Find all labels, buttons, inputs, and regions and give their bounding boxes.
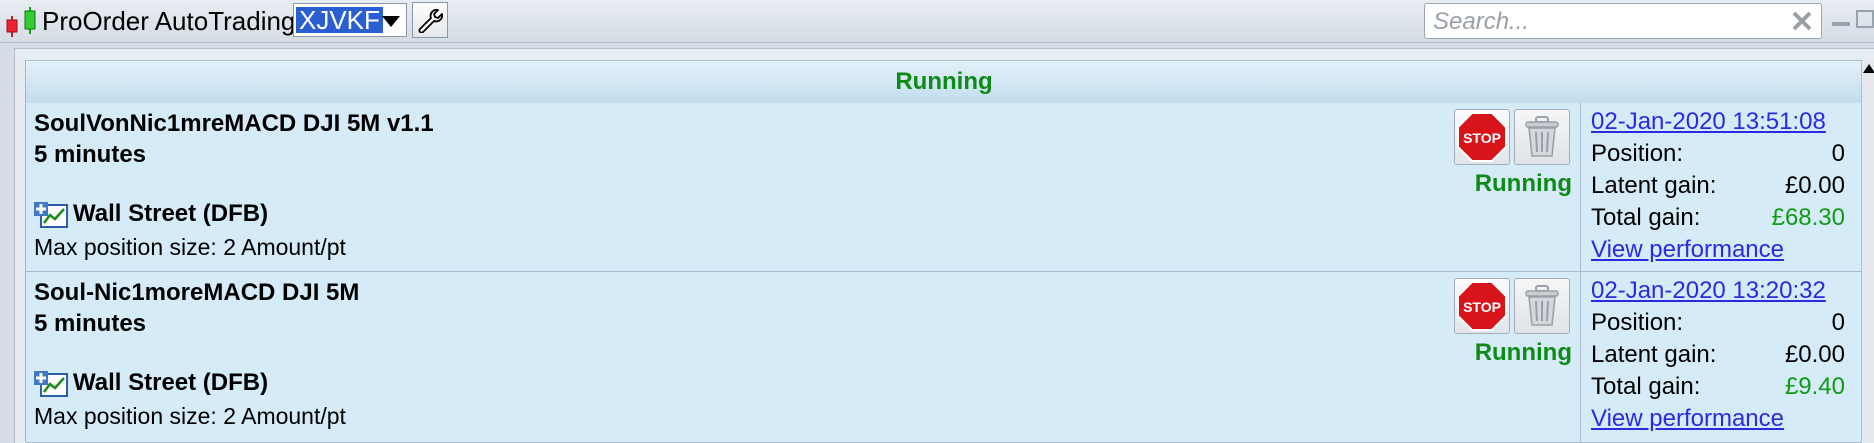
system-row: SoulVonNic1mreMACD DJI 5M v1.1 5 minutes… [26, 103, 1862, 272]
stop-label: STOP [1463, 299, 1501, 315]
search-box[interactable] [1424, 3, 1822, 39]
stop-sign-icon: STOP [1457, 112, 1507, 162]
latent-gain-label: Latent gain: [1591, 172, 1717, 199]
system-name: Soul-Nic1moreMACD DJI 5M [34, 279, 360, 306]
wrench-icon [418, 8, 443, 33]
settings-button[interactable] [412, 2, 448, 38]
clear-search-icon[interactable] [1791, 10, 1813, 32]
max-position-size: Max position size: 2 Amount/pt [34, 403, 346, 429]
account-select[interactable]: XJVKF [293, 3, 407, 37]
instrument-chart-icon[interactable] [33, 370, 69, 398]
system-info-panel: 02-Jan-2020 13:20:32 Position: 0 Latent … [1580, 272, 1863, 442]
view-performance-link[interactable]: View performance [1591, 235, 1784, 265]
scroll-up-arrow-icon[interactable] [1863, 64, 1874, 73]
status-label: Running [1474, 170, 1572, 197]
position-label: Position: [1591, 309, 1684, 336]
system-period: 5 minutes [34, 141, 147, 168]
max-position-size: Max position size: 2 Amount/pt [34, 234, 346, 260]
total-gain-label: Total gain: [1591, 373, 1701, 400]
title-bar: ProOrder AutoTrading XJVKF [0, 0, 1874, 43]
app-title: ProOrder AutoTrading [42, 6, 296, 36]
candlestick-icon [6, 7, 36, 37]
instrument-name: Wall Street (DFB) [73, 369, 269, 396]
system-info-panel: 02-Jan-2020 13:51:08 Position: 0 Latent … [1580, 103, 1863, 271]
delete-button[interactable] [1514, 109, 1570, 165]
instrument-name: Wall Street (DFB) [73, 200, 269, 227]
position-label: Position: [1591, 140, 1684, 167]
system-list: Running SoulVonNic1mreMACD DJI 5M v1.1 5… [25, 60, 1862, 443]
view-performance-link[interactable]: View performance [1591, 404, 1784, 434]
status-label: Running [1474, 339, 1572, 366]
total-gain-label: Total gain: [1591, 204, 1701, 231]
minimize-icon[interactable] [1832, 22, 1850, 26]
stop-label: STOP [1463, 130, 1501, 146]
system-name: SoulVonNic1mreMACD DJI 5M v1.1 [34, 110, 434, 137]
stop-button[interactable]: STOP [1454, 278, 1510, 334]
latent-gain-label: Latent gain: [1591, 341, 1717, 368]
trash-icon [1525, 285, 1559, 326]
latent-gain-value: £0.00 [1784, 172, 1845, 199]
start-date-link[interactable]: 02-Jan-2020 13:51:08 [1591, 107, 1826, 137]
system-period: 5 minutes [34, 310, 147, 337]
start-date-link[interactable]: 02-Jan-2020 13:20:32 [1591, 276, 1826, 306]
search-input[interactable] [1431, 6, 1775, 38]
latent-gain-value: £0.00 [1784, 341, 1845, 368]
total-gain-value: £9.40 [1784, 373, 1845, 400]
instrument-chart-icon[interactable] [33, 201, 69, 229]
trash-icon [1525, 116, 1559, 157]
account-value: XJVKF [296, 7, 383, 33]
maximize-icon[interactable] [1856, 10, 1874, 28]
position-value: 0 [1831, 309, 1845, 336]
vertical-scrollbar[interactable] [1861, 60, 1874, 442]
delete-button[interactable] [1514, 278, 1570, 334]
position-value: 0 [1831, 140, 1845, 167]
stop-sign-icon: STOP [1457, 281, 1507, 331]
stop-button[interactable]: STOP [1454, 109, 1510, 165]
section-header-running: Running [26, 60, 1862, 104]
total-gain-value: £68.30 [1771, 204, 1845, 231]
system-row: Soul-Nic1moreMACD DJI 5M 5 minutes Wall … [26, 272, 1862, 443]
chevron-down-icon[interactable] [380, 13, 402, 29]
